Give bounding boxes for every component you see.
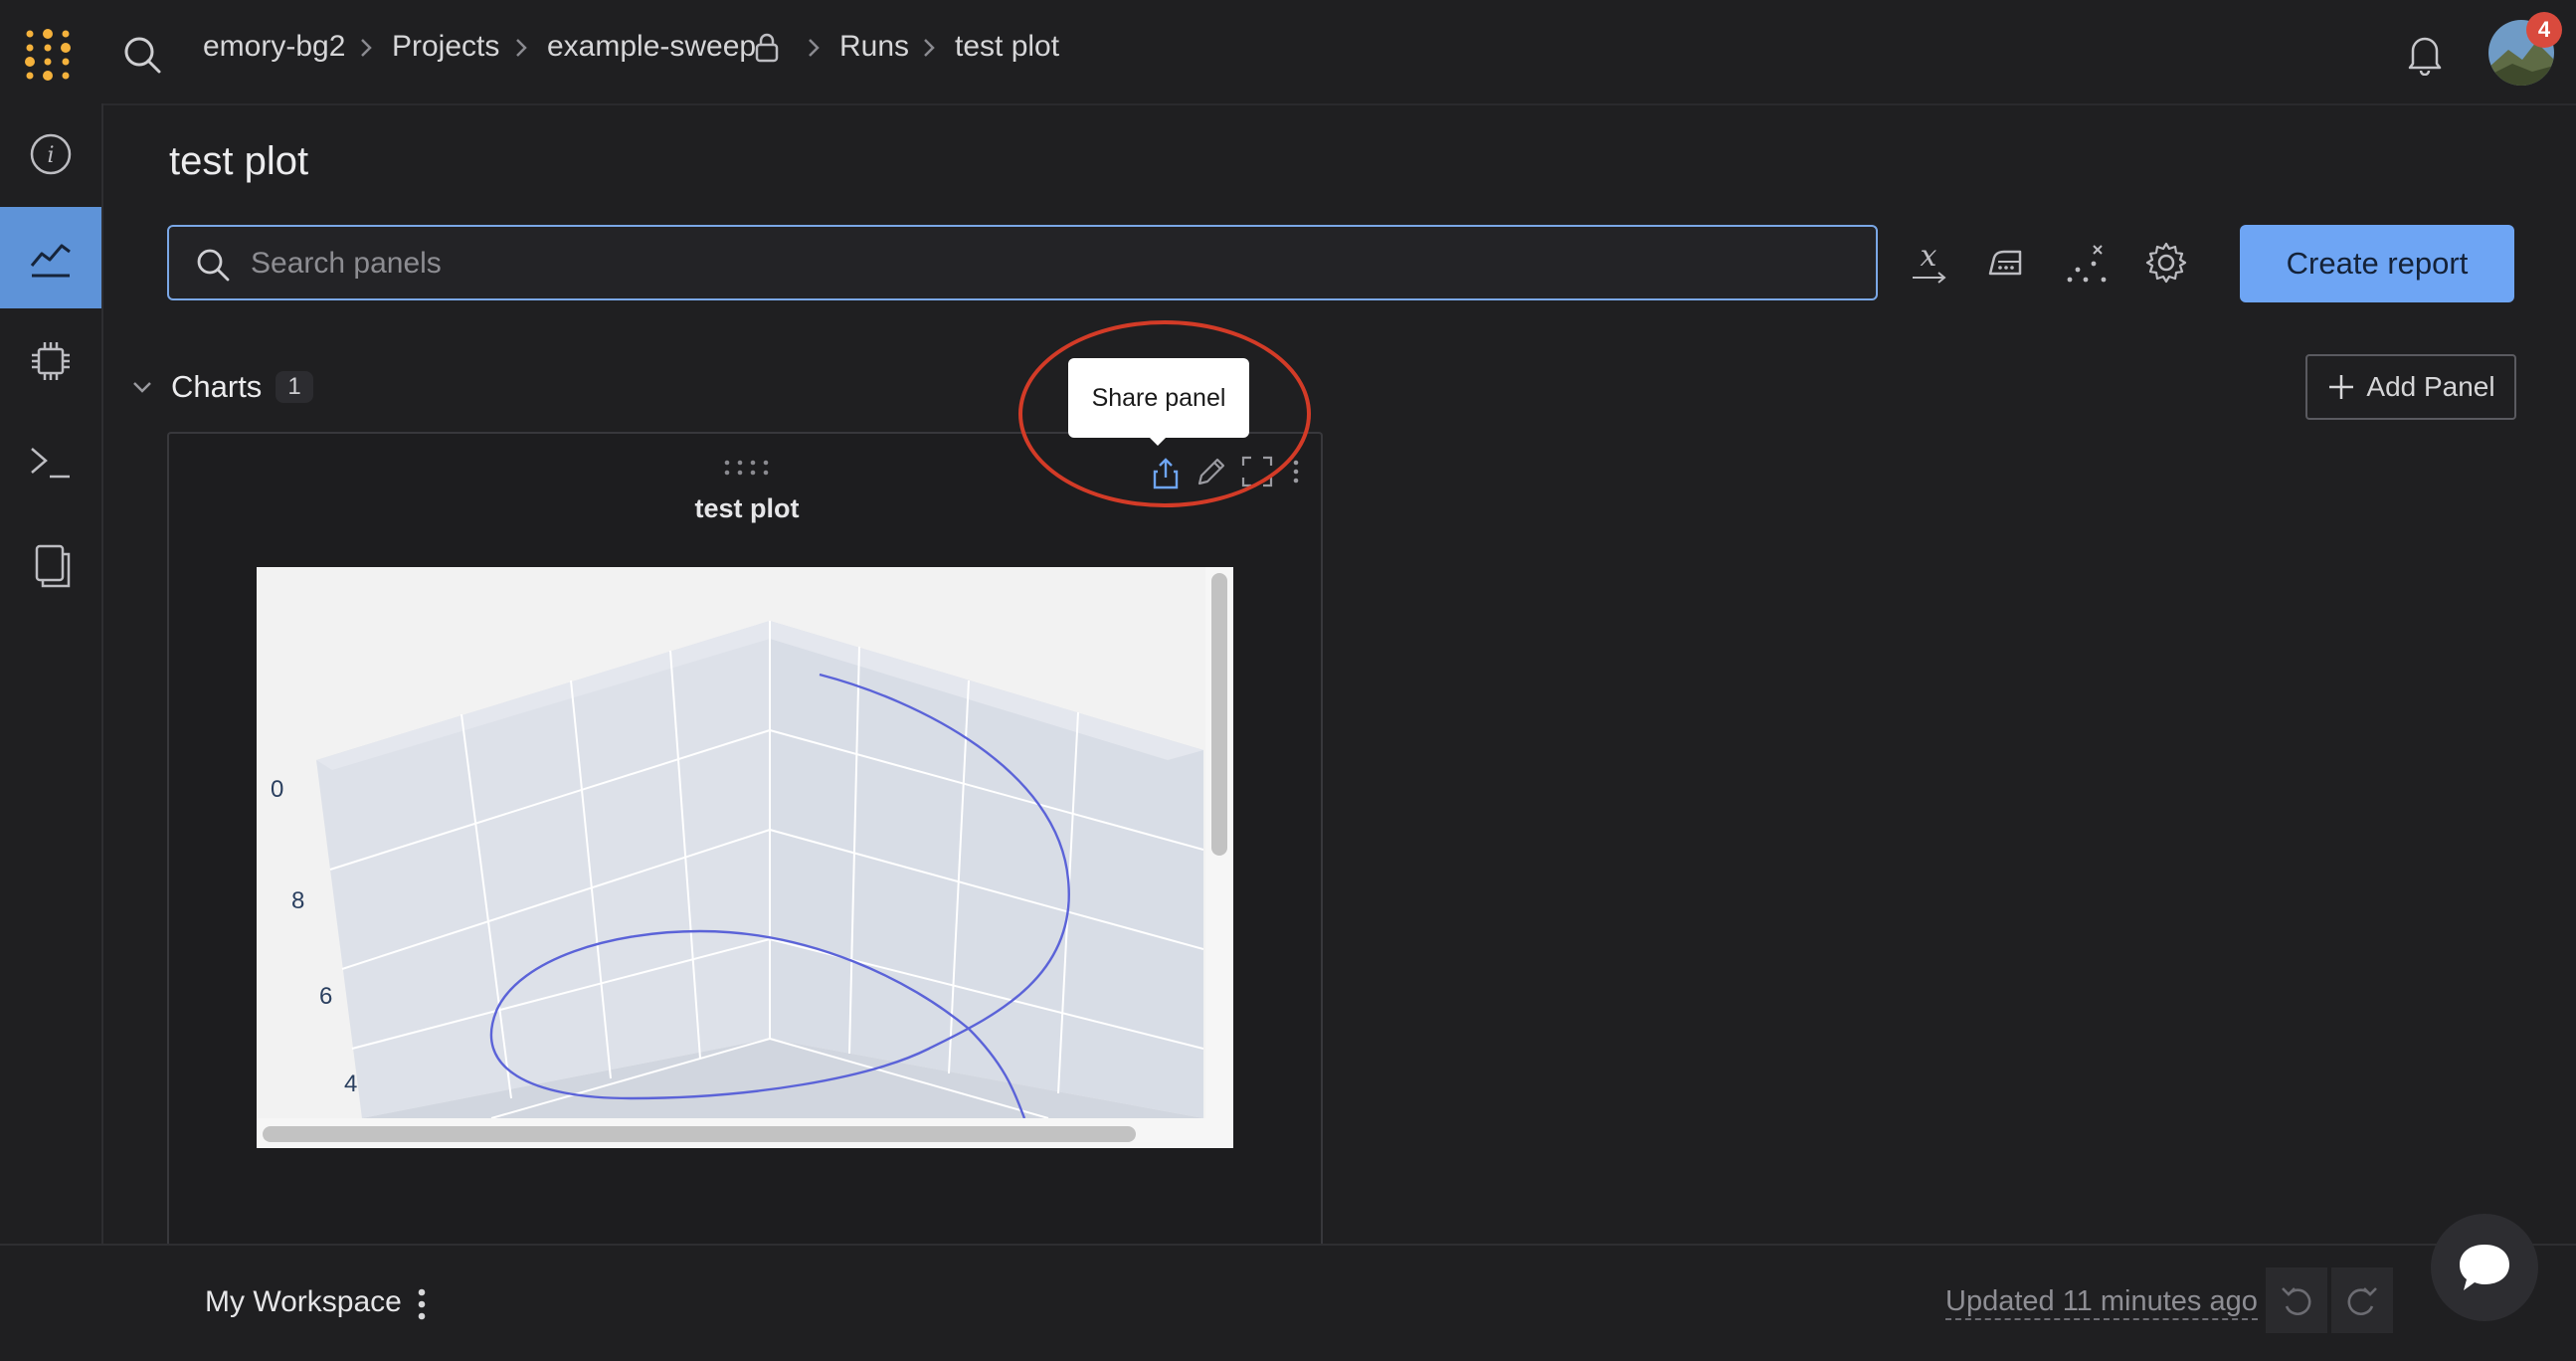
iron-icon: [1988, 250, 2022, 276]
breadcrumb-entity[interactable]: emory-bg2: [203, 30, 345, 64]
breadcrumb-project[interactable]: example-sweep: [547, 30, 756, 64]
chevron-right-icon: [924, 39, 935, 57]
more-icon[interactable]: [412, 1285, 432, 1323]
search-box[interactable]: [167, 225, 1878, 300]
bell-icon[interactable]: [2405, 32, 2445, 76]
left-rail: i: [0, 103, 103, 1244]
chip-icon: [32, 342, 70, 380]
rail-item-charts[interactable]: [0, 207, 101, 308]
notification-badge: 4: [2526, 12, 2562, 48]
breadcrumb-runs[interactable]: Runs: [839, 30, 909, 64]
plot-tick-label: 8: [291, 887, 305, 914]
breadcrumb-projects[interactable]: Projects: [392, 30, 499, 64]
scatter-icon: [2067, 245, 2107, 283]
chevron-down-icon: [133, 382, 151, 393]
redo-button[interactable]: [2331, 1267, 2393, 1333]
files-icon: [35, 544, 71, 588]
highlight-annotation: [1018, 320, 1311, 507]
chevron-right-icon: [516, 39, 527, 57]
smoothing-button[interactable]: [1979, 235, 2035, 291]
plot-tick-label: 0: [271, 776, 284, 803]
rail-item-files[interactable]: [0, 515, 101, 617]
undo-icon: [2282, 1287, 2311, 1315]
search-icon: [197, 249, 230, 282]
outliers-button[interactable]: [2059, 235, 2115, 291]
info-icon: i: [30, 133, 72, 175]
chevron-right-icon: [809, 39, 820, 57]
chat-icon: [2460, 1245, 2509, 1290]
rail-item-overview[interactable]: i: [0, 103, 101, 205]
rail-item-system[interactable]: [0, 310, 101, 412]
settings-button[interactable]: [2138, 235, 2194, 291]
workspace-name[interactable]: My Workspace: [205, 1285, 402, 1319]
top-bar: emory-bg2 Projects example-sweep Runs te…: [0, 0, 2576, 105]
breadcrumb-current[interactable]: test plot: [955, 30, 1059, 64]
section-count-badge: 1: [276, 371, 313, 403]
last-updated-text: Updated 11 minutes ago: [1945, 1285, 2258, 1320]
page-title: test plot: [169, 139, 309, 183]
terminal-icon: [31, 448, 70, 479]
undo-button[interactable]: [2266, 1267, 2327, 1333]
section-title: Charts: [171, 369, 263, 404]
formula-icon: x: [1913, 240, 1946, 284]
chat-button[interactable]: [2431, 1214, 2538, 1321]
plot-tick-label: 4: [344, 1070, 358, 1097]
x-axis-settings-button[interactable]: x: [1902, 235, 1957, 291]
chart-icon: [30, 244, 71, 278]
lock-icon: [755, 33, 779, 63]
section-header-charts[interactable]: Charts 1: [127, 364, 313, 410]
logo-dots-icon[interactable]: [24, 28, 80, 84]
create-report-button[interactable]: Create report: [2240, 225, 2514, 302]
redo-icon: [2347, 1287, 2377, 1315]
plot-horizontal-scrollbar[interactable]: [263, 1126, 1136, 1142]
svg-text:x: x: [1921, 240, 1937, 274]
plot-canvas[interactable]: [273, 581, 1203, 1118]
plot-tick-label: 6: [319, 983, 333, 1010]
drag-handle-icon[interactable]: [722, 458, 772, 478]
add-panel-label: Add Panel: [2366, 371, 2495, 402]
search-input[interactable]: [249, 227, 1844, 300]
svg-text:i: i: [47, 143, 54, 168]
rail-item-logs[interactable]: [0, 412, 101, 513]
search-icon[interactable]: [121, 34, 163, 76]
chevron-right-icon: [361, 39, 372, 57]
gear-icon: [2145, 242, 2187, 284]
add-panel-button[interactable]: Add Panel: [2305, 354, 2516, 420]
plus-icon: [2329, 375, 2354, 399]
plot-vertical-scrollbar[interactable]: [1211, 573, 1227, 856]
